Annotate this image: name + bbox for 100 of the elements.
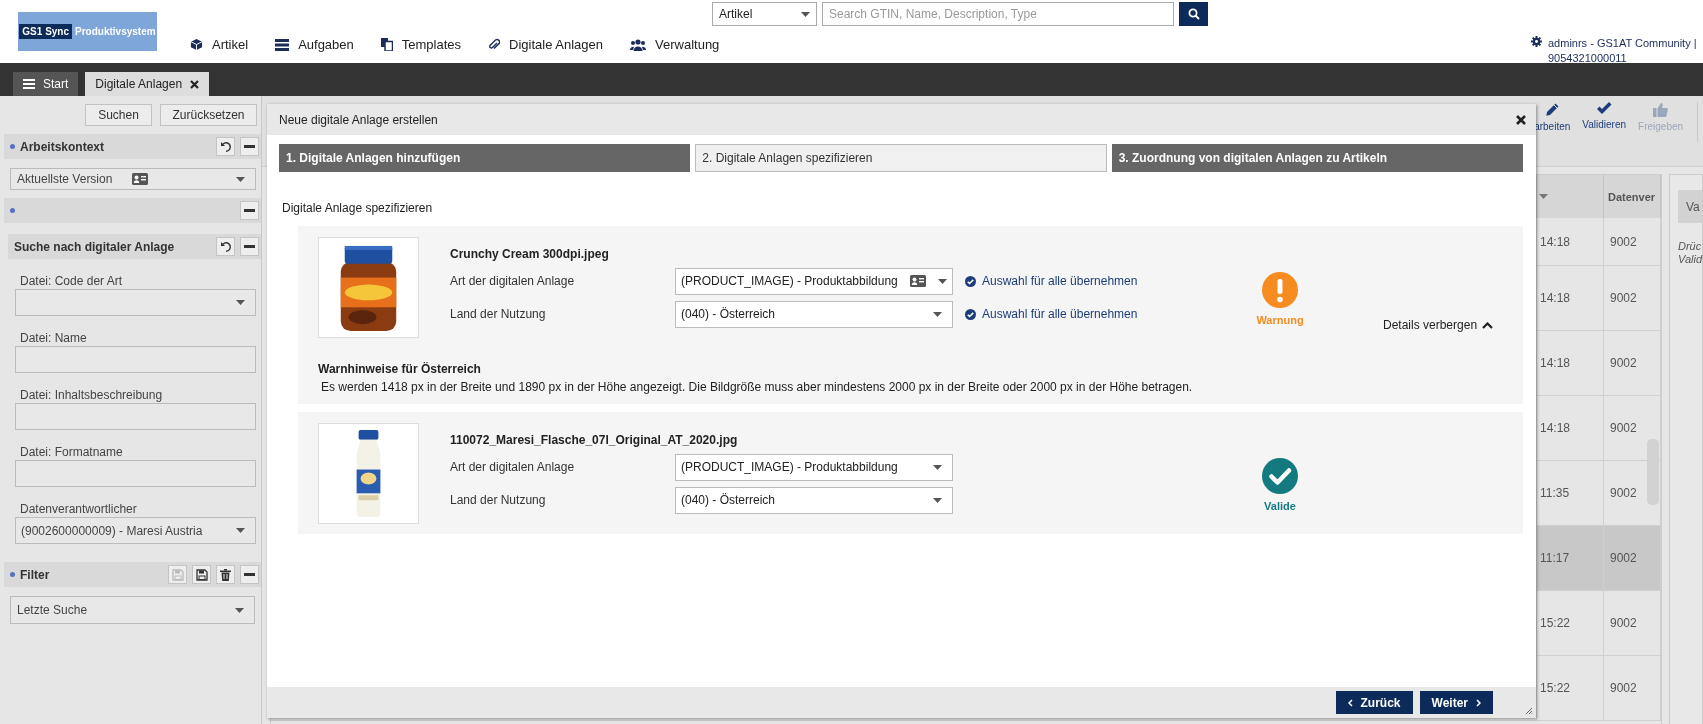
dropdown-field[interactable]: (PRODUCT_IMAGE) - Produktabbildung [675, 453, 953, 481]
caret-down-icon [933, 497, 942, 503]
search-icon [1187, 8, 1200, 20]
filter-dropdown[interactable]: Letzte Suche [10, 596, 255, 624]
menu-icon [23, 79, 35, 89]
minimize-icon [244, 573, 255, 576]
resize-grip-icon [1525, 707, 1533, 715]
wizard-step[interactable]: 2. Digitale Anlagen spezifizieren [695, 144, 1107, 172]
status-label: Warnung [1256, 314, 1304, 326]
nav-item[interactable]: Artikel [190, 37, 249, 52]
id-card-icon [132, 173, 149, 185]
field-label: Datei: Inhaltsbeschreibung [20, 388, 164, 402]
close-icon [1516, 114, 1526, 125]
warning-text: Es werden 1418 px in der Breite und 1890 px in der Höhe angezeigt. Die Bildgröße muss aber mindestens 2000 px in der Breite oder 2000 px in der Höhe betragen. [321, 380, 1194, 394]
caret-down-icon [937, 278, 947, 284]
nav-item[interactable]: Verwaltung [630, 37, 720, 52]
thumbs-up-icon [1653, 102, 1669, 117]
id-card-icon [909, 275, 926, 287]
check-circle-icon [965, 308, 976, 320]
input-field[interactable] [15, 346, 256, 373]
next-button[interactable]: Weiter [1419, 691, 1493, 714]
hint-text: Drüc Valid [1678, 240, 1703, 266]
check-circle-icon [965, 275, 976, 287]
minimize-button[interactable] [240, 565, 259, 584]
field-label: Art der digitalen Anlage [450, 274, 576, 288]
panel-header[interactable]: Filter [4, 562, 261, 587]
field-label: Land der Nutzung [450, 307, 547, 321]
user-info[interactable]: adminrs - GS1AT Community | 9054321000011 [1548, 36, 1697, 63]
reset-button[interactable]: Zurücksetzen [160, 104, 257, 126]
bullet-icon [10, 208, 15, 213]
dropdown-field[interactable]: (PRODUCT_IMAGE) - Produktabbildung [675, 267, 953, 295]
search-field[interactable]: Search GTIN, Name, Description, Type [822, 2, 1174, 26]
table-cell: 11:17 [1537, 526, 1604, 591]
reset-button[interactable] [216, 137, 235, 156]
table-cell: 15:22 [1537, 656, 1604, 721]
pages-icon [380, 38, 393, 51]
table-cell: 15:22 [1537, 591, 1604, 656]
warning-title: Warnhinweise für Österreich [318, 362, 482, 376]
nav-item[interactable]: Aufgaben [275, 37, 354, 52]
status-label: Valide [1264, 500, 1296, 512]
chevron-up-icon [1482, 321, 1494, 329]
field-label: Datenverantwortlicher [20, 502, 138, 516]
minimize-icon [244, 245, 255, 248]
settings-icon [1531, 36, 1542, 47]
close-button[interactable] [1516, 114, 1526, 125]
apply-all-link[interactable]: Auswahl für alle übernehmen [965, 307, 1138, 321]
table-cell: 9002 [1604, 656, 1661, 721]
panel-tab[interactable]: Va [1678, 190, 1703, 223]
minimize-button[interactable] [240, 237, 259, 256]
search-button[interactable]: Suchen [85, 104, 152, 126]
dropdown-field[interactable]: (040) - Österreich [675, 300, 953, 328]
input-field[interactable] [15, 460, 256, 487]
tab[interactable]: Digitale Anlagen [85, 72, 210, 96]
caret-down-icon [933, 464, 942, 470]
cube-icon [190, 38, 203, 51]
details-toggle[interactable]: Details verbergen [1383, 318, 1494, 332]
dialog-title: Neue digitale Anlage erstellen [279, 112, 438, 127]
sort-icon [1539, 194, 1548, 199]
wizard-step[interactable]: 3. Zuordnung von digitalen Anlagen zu Artikeln [1111, 144, 1523, 172]
delete-button[interactable] [216, 565, 235, 584]
trash-icon [220, 568, 231, 581]
column-header[interactable]: Datenver [1604, 175, 1661, 218]
file-name: Crunchy Cream 300dpi.jpeg [450, 247, 610, 261]
table-cell: 9002 [1604, 526, 1661, 591]
dropdown-field[interactable] [15, 289, 256, 316]
tab[interactable]: Start [13, 72, 79, 96]
logo[interactable]: GS1 Sync Produktivsystem [18, 12, 157, 51]
table-cell: 9002 [1604, 331, 1661, 396]
table-cell: 14:18 [1537, 218, 1604, 266]
dropdown-field[interactable]: (040) - Österreich [675, 486, 953, 514]
toolbar-button[interactable]: arbeiten [1529, 102, 1576, 132]
nav-item[interactable]: Digitale Anlagen [488, 37, 603, 52]
dropdown-field[interactable]: (9002600000009) - Maresi Austria [15, 517, 256, 544]
back-button[interactable]: Zurück [1335, 691, 1413, 714]
save-icon [171, 568, 184, 581]
wizard-step[interactable]: 1. Digitale Anlagen hinzufügen [279, 144, 691, 172]
chevron-left-icon [1347, 698, 1353, 707]
section-heading: Digitale Anlage spezifizieren [282, 201, 434, 215]
toolbar-button[interactable]: Validieren [1577, 102, 1632, 130]
reset-button[interactable] [216, 237, 235, 256]
version-dropdown[interactable]: Aktuellste Version [10, 168, 256, 190]
panel-header[interactable]: Arbeitskontext [4, 134, 261, 159]
field-label: Land der Nutzung [450, 493, 547, 507]
panel-header[interactable]: Suche nach digitaler Anlage [8, 234, 261, 259]
caret-down-icon [236, 528, 245, 533]
users-icon [630, 38, 646, 51]
save-icon [195, 568, 208, 581]
save-button[interactable] [192, 565, 211, 584]
caret-down-icon [235, 607, 244, 613]
table-cell: 9002 [1604, 266, 1661, 331]
apply-all-link[interactable]: Auswahl für alle übernehmen [965, 274, 1138, 288]
table-cell: 9002 [1604, 591, 1661, 656]
minimize-button[interactable] [240, 201, 259, 220]
nav-item[interactable]: Templates [380, 37, 462, 52]
close-icon [190, 79, 200, 89]
minimize-button[interactable] [240, 137, 259, 156]
scope-dropdown[interactable]: Artikel [712, 2, 817, 26]
input-field[interactable] [15, 403, 256, 430]
search-button[interactable] [1179, 2, 1208, 26]
pencil-icon [1544, 102, 1560, 117]
